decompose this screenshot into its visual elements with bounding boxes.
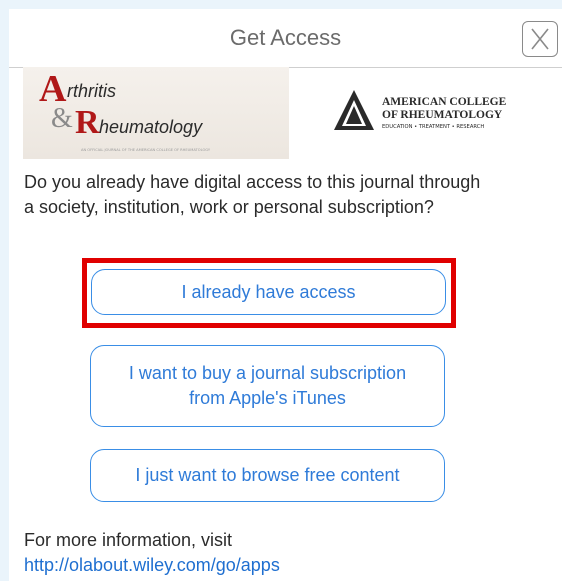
logo-word-arthritis: rthritis <box>67 81 116 101</box>
logo-tagline: AN OFFICIAL JOURNAL OF THE AMERICAN COLL… <box>81 148 211 152</box>
acr-line-3: EDUCATION • TREATMENT • RESEARCH <box>382 124 484 130</box>
browse-free-content-button[interactable]: I just want to browse free content <box>90 449 445 502</box>
acr-line-1: AMERICAN COLLEGE <box>382 96 507 108</box>
more-info-text: For more information, visit <box>24 530 233 550</box>
logo-letter-r: R <box>75 104 100 141</box>
more-info-link[interactable]: http://olabout.wiley.com/go/apps <box>24 553 280 578</box>
dialog-header: Get Access <box>9 9 562 68</box>
access-question: Do you already have digital access to th… <box>24 172 481 217</box>
dialog-title: Get Access <box>229 25 342 50</box>
close-icon <box>531 28 549 50</box>
close-button[interactable] <box>522 21 558 57</box>
acr-logo: AMERICAN COLLEGE OF RHEUMATOLOGY EDUCATI… <box>332 88 527 134</box>
logo-word-rheumatology: heumatology <box>99 117 203 137</box>
arthritis-rheumatology-logo: A rthritis & R heumatology AN OFFICIAL J… <box>23 67 289 159</box>
highlight-box <box>82 258 456 328</box>
logo-ampersand: & <box>51 103 73 134</box>
buy-subscription-button[interactable]: I want to buy a journal subscription fro… <box>90 345 445 427</box>
acr-line-2: OF RHEUMATOLOGY <box>382 109 503 121</box>
